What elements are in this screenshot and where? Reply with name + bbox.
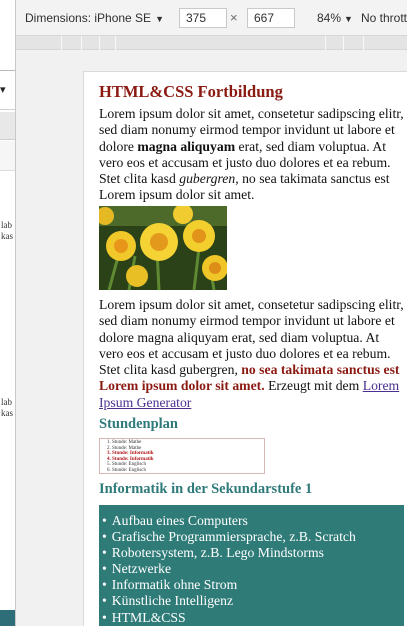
topics-list: Aufbau eines ComputersGrafische Programm…	[99, 505, 404, 626]
background-window-row	[0, 141, 16, 171]
background-text-line: kas	[1, 231, 13, 241]
media-query-ruler[interactable]	[16, 36, 407, 50]
background-window-tabbar	[0, 112, 16, 140]
throttling-label: No throttling	[361, 11, 407, 25]
background-window: ▾ lab kas lab kas	[0, 0, 16, 626]
second-paragraph: Lorem ipsum dolor sit amet, consetetur s…	[99, 297, 404, 411]
width-input[interactable]: 375	[179, 8, 227, 28]
paragraph-text: Erzeugt mit dem	[264, 378, 363, 394]
background-text-block: lab kas	[1, 397, 13, 419]
dropdown-caret-icon: ▼	[344, 14, 353, 24]
page-title: HTML&CSS Fortbildung	[99, 82, 283, 101]
page-viewport[interactable]: HTML&CSS Fortbildung Lorem ipsum dolor s…	[83, 71, 407, 626]
zoom-label: 84%	[317, 11, 342, 25]
intro-paragraph: Lorem ipsum dolor sit amet, consetetur s…	[99, 106, 404, 204]
throttling-select[interactable]: No throttling	[361, 11, 407, 25]
height-input[interactable]: 667	[247, 8, 295, 28]
section-heading: Informatik in der Sekundarstufe 1	[99, 481, 313, 497]
background-text-line: lab	[1, 397, 12, 407]
topic-item: Grafische Programmiersprache, z.B. Scrat…	[102, 529, 404, 545]
background-window-header	[0, 0, 16, 70]
device-select[interactable]: Dimensions: iPhone SE ▼	[25, 11, 164, 25]
schedule-item: 6. Stunde: Englisch	[107, 467, 147, 473]
topic-item: Informatik ohne Strom	[102, 577, 404, 593]
zoom-select[interactable]: 84% ▼	[317, 11, 353, 25]
paragraph-italic-text: gubergren	[179, 171, 236, 187]
background-text-block: lab kas	[1, 220, 13, 242]
paragraph-bold-text: magna aliquyam	[137, 138, 236, 154]
device-select-label: Dimensions: iPhone SE	[25, 11, 152, 25]
topic-item: HTML&CSS	[102, 610, 404, 626]
daffodil-photo-graphic	[99, 206, 227, 290]
dimension-separator: ×	[230, 10, 238, 25]
topic-item: Robotersystem, z.B. Lego Mindstorms	[102, 545, 404, 561]
device-toolbar: Dimensions: iPhone SE ▼ 375 × 667 84% ▼ No…	[16, 0, 407, 36]
dropdown-caret-icon: ▼	[155, 14, 164, 24]
schedule-list-box: 1. Stunde: Mathe 2. Stunde: Mathe 3. Stund…	[99, 438, 265, 474]
background-text-line: kas	[1, 408, 13, 418]
background-text-line: lab	[1, 220, 12, 230]
schedule-list: 1. Stunde: Mathe 2. Stunde: Mathe 3. Stund…	[107, 440, 264, 473]
topic-item: Netzwerke	[102, 561, 404, 577]
background-window-footer	[0, 610, 16, 626]
daffodil-image	[99, 206, 227, 290]
schedule-heading: Stundenplan	[99, 416, 178, 432]
device-emulation-window: Dimensions: iPhone SE ▼ 375 × 667 84% ▼ No…	[15, 0, 407, 626]
topics-box: Aufbau eines ComputersGrafische Programm…	[99, 505, 404, 626]
topic-item: Künstliche Intelligenz	[102, 593, 404, 609]
topic-item: Aufbau eines Computers	[102, 513, 404, 529]
chevron-down-icon[interactable]: ▾	[0, 83, 6, 96]
